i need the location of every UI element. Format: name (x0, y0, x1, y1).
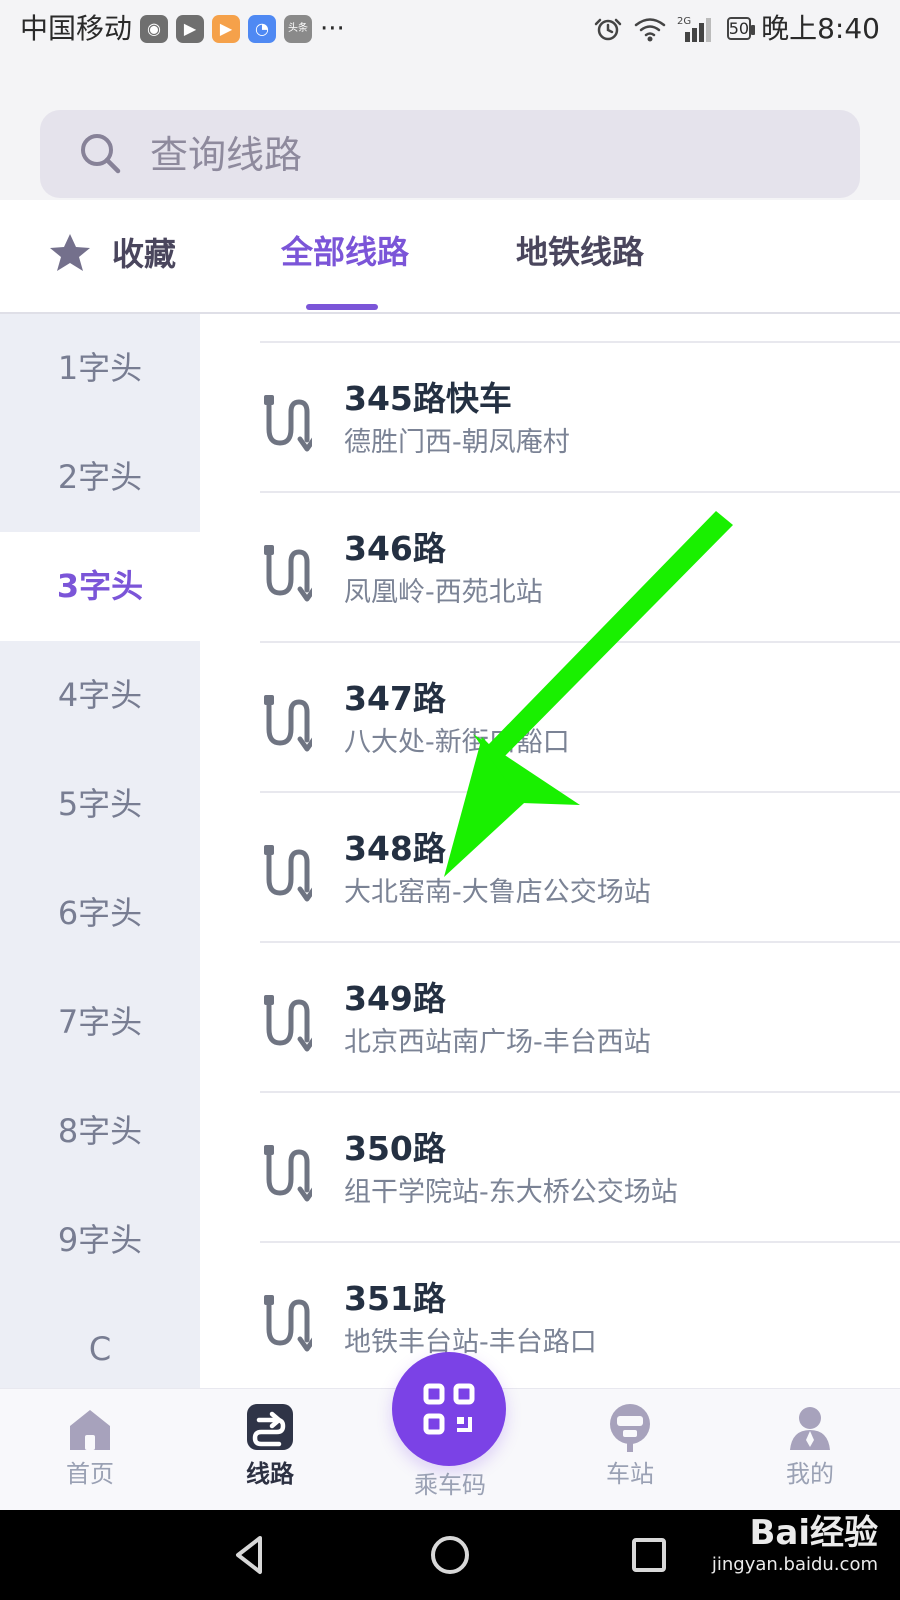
sidebar-item-9[interactable]: 9字头 (0, 1186, 200, 1295)
station-icon (560, 1399, 700, 1457)
nav-routes-label: 线路 (246, 1460, 294, 1488)
clock-time: 晚上8:40 (761, 12, 880, 45)
route-icon (264, 995, 312, 1052)
nav-mine-label: 我的 (786, 1460, 834, 1488)
alarm-icon (593, 14, 623, 44)
carrier-name: 中国移动 (20, 12, 133, 45)
route-item[interactable]: 348路 大北窑南-大鲁店公交场站 (200, 793, 900, 943)
player-icon: ▶ (212, 15, 241, 43)
route-name: 351路 (344, 1279, 446, 1318)
search-area (0, 62, 900, 200)
user-icon (740, 1399, 880, 1457)
route-path: 凤凰岭-西苑北站 (344, 577, 543, 608)
route-name: 348路 (344, 829, 446, 868)
home-button-icon[interactable] (427, 1532, 473, 1578)
search-box[interactable] (40, 110, 860, 198)
sidebar-item-5[interactable]: 5字头 (0, 750, 200, 859)
route-list: 345路快车 德胜门西-朝凤庵村 346路 凤凰岭-西苑北站 347路 八大处-… (200, 314, 900, 1388)
battery-level: 50 (726, 17, 752, 40)
signal-icon: 2G (677, 14, 717, 44)
route-item[interactable]: 347路 八大处-新街口豁口 (200, 643, 900, 793)
wifi-icon (633, 15, 667, 43)
sidebar-item-2[interactable]: 2字头 (0, 423, 200, 532)
route-name: 350路 (344, 1129, 446, 1168)
tab-favorites[interactable]: 收藏 (46, 230, 176, 278)
status-bar: 中国移动 ◉ ▶ ▶ ◔ 头条 ··· 2G 50 晚上8:40 (0, 0, 900, 62)
sidebar-item-1[interactable]: 1字头 (0, 314, 200, 423)
routes-icon (200, 1399, 340, 1457)
search-input[interactable] (148, 126, 802, 184)
recent-apps-icon[interactable] (626, 1532, 672, 1578)
nav-home[interactable]: 首页 (20, 1399, 160, 1489)
nav-stations-label: 车站 (606, 1460, 654, 1488)
status-left: 中国移动 ◉ ▶ ▶ ◔ 头条 ··· (20, 12, 345, 46)
status-right: 2G 50 晚上8:40 (593, 12, 880, 46)
nav-stations[interactable]: 车站 (560, 1399, 700, 1489)
video-icon: ▶ (176, 15, 205, 43)
route-name: 346路 (344, 529, 446, 568)
qr-code-icon (423, 1383, 475, 1435)
news-icon: 头条 (284, 15, 313, 43)
route-tabs: 收藏 全部线路 地铁线路 (0, 200, 900, 314)
route-icon (264, 545, 312, 602)
battery-icon: 50 (726, 17, 752, 40)
route-icon (264, 1295, 312, 1352)
nav-routes[interactable]: 线路 (200, 1399, 340, 1489)
home-icon (20, 1399, 160, 1457)
route-path: 组干学院站-东大桥公交场站 (344, 1177, 678, 1208)
tab-all-routes[interactable]: 全部线路 (281, 230, 409, 274)
star-icon (50, 234, 90, 271)
map-icon: ◔ (248, 15, 277, 43)
route-icon (264, 695, 312, 752)
nav-mine[interactable]: 我的 (740, 1399, 880, 1489)
sidebar-item-7[interactable]: 7字头 (0, 968, 200, 1077)
route-item[interactable]: 349路 北京西站南广场-丰台西站 (200, 943, 900, 1093)
tab-favorites-label: 收藏 (112, 235, 177, 273)
route-name: 347路 (344, 679, 446, 718)
more-icon: ··· (320, 14, 345, 44)
tab-subway-routes[interactable]: 地铁线路 (516, 230, 644, 274)
qr-code-button[interactable] (392, 1352, 506, 1466)
route-item[interactable]: 350路 组干学院站-东大桥公交场站 (200, 1093, 900, 1243)
sidebar-item-8[interactable]: 8字头 (0, 1077, 200, 1186)
sidebar-item-3[interactable]: 3字头 (0, 532, 200, 641)
nav-home-label: 首页 (66, 1460, 114, 1488)
route-path: 德胜门西-朝凤庵村 (344, 427, 570, 458)
route-icon (264, 1145, 312, 1202)
route-path: 大北窑南-大鲁店公交场站 (344, 877, 651, 908)
active-tab-indicator (306, 304, 378, 310)
media-icon: ◉ (140, 15, 169, 43)
sidebar-item-4[interactable]: 4字头 (0, 641, 200, 750)
baidu-watermark: Bai经验 jingyan.baidu.com (688, 1510, 878, 1590)
watermark-sub-text: jingyan.baidu.com (711, 1554, 878, 1575)
route-path: 八大处-新街口豁口 (344, 727, 570, 758)
route-name: 345路快车 (344, 379, 512, 418)
route-name: 349路 (344, 979, 446, 1018)
route-item[interactable]: 351路 地铁丰台站-丰台路口 (200, 1243, 900, 1388)
route-prefix-sidebar: 1字头 2字头 3字头 4字头 5字头 6字头 7字头 8字头 9字头 C (0, 314, 200, 1388)
route-item[interactable]: 346路 凤凰岭-西苑北站 (200, 493, 900, 643)
svg-text:2G: 2G (677, 16, 691, 27)
route-item[interactable]: 345路快车 德胜门西-朝凤庵村 (200, 343, 900, 493)
qr-code-label: 乘车码 (414, 1471, 486, 1499)
back-icon[interactable] (228, 1532, 274, 1578)
route-icon (264, 395, 312, 452)
route-path: 北京西站南广场-丰台西站 (344, 1027, 651, 1058)
watermark-main-text: Bai经验 (749, 1513, 878, 1553)
route-icon (264, 845, 312, 902)
sidebar-item-6[interactable]: 6字头 (0, 859, 200, 968)
search-icon (81, 134, 121, 174)
